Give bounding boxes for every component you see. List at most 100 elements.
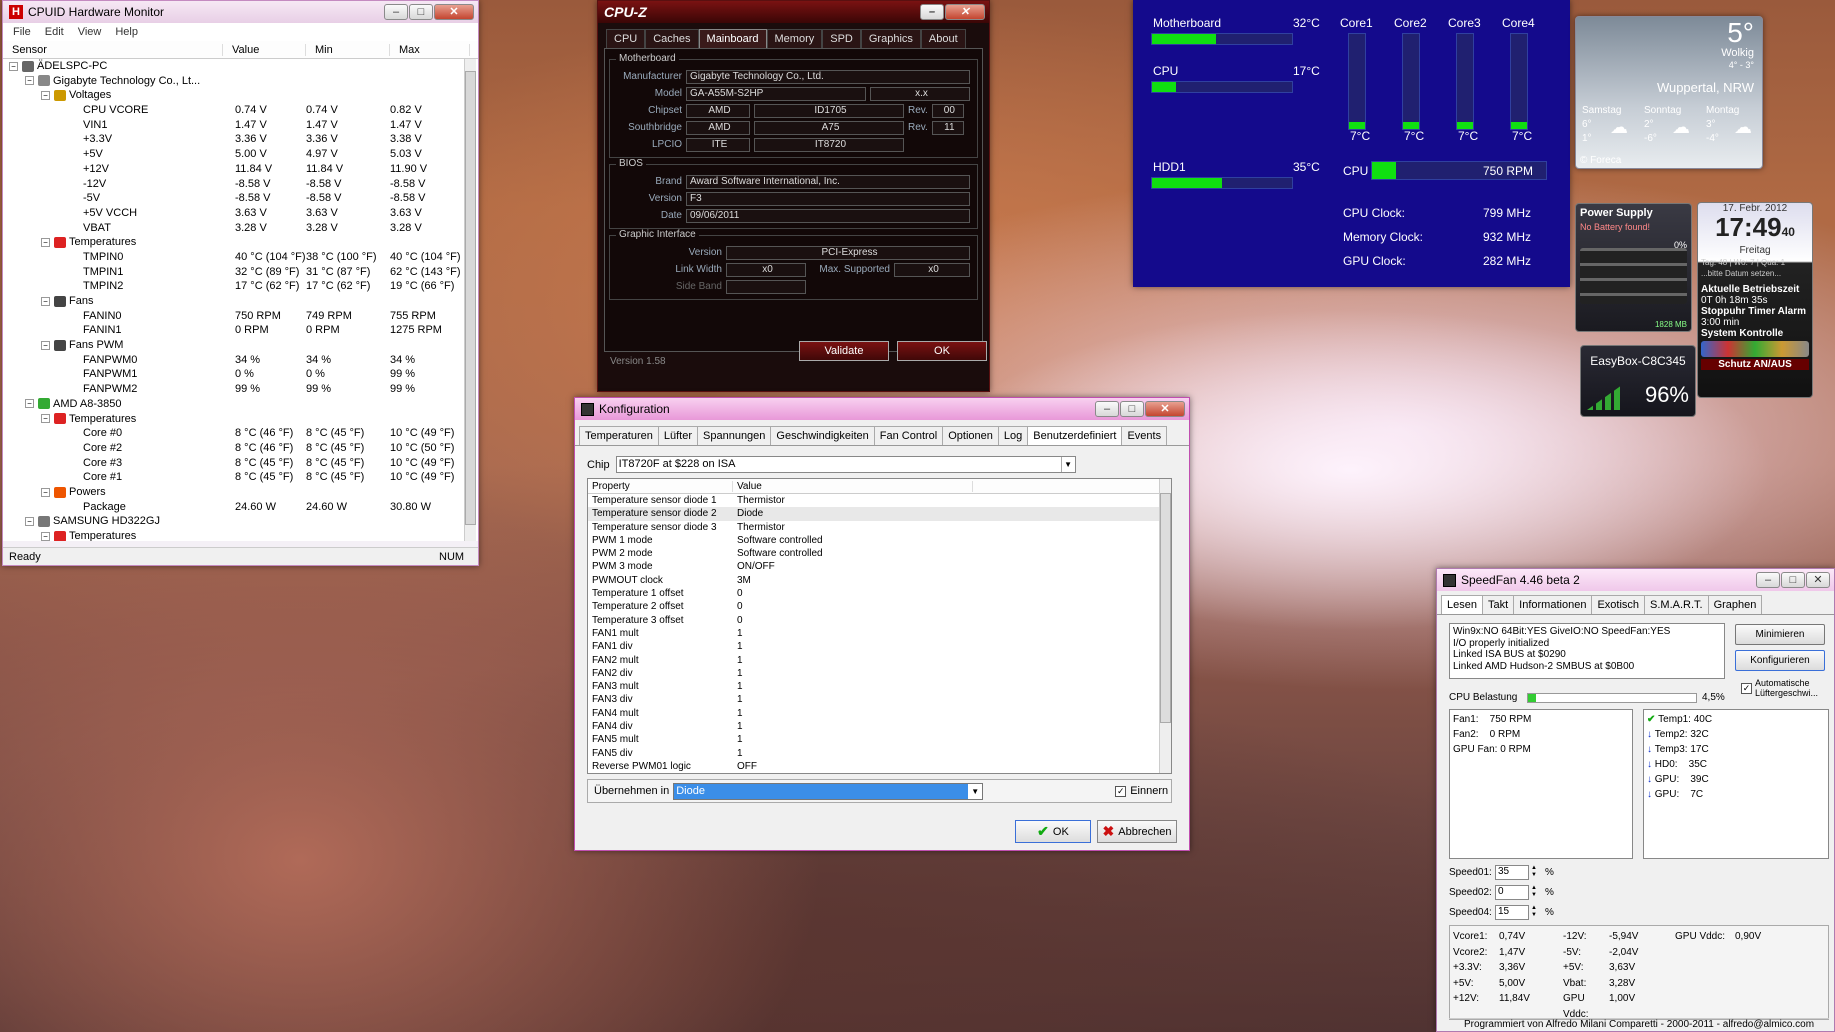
sensor-row[interactable]: TMPIN2 17 °C (62 °F) 17 °C (62 °F) 19 °C (6… [3,279,478,294]
close-button[interactable]: ✕ [1806,572,1830,588]
property-row[interactable]: Temperature sensor diode 2 Diode [588,507,1171,521]
tree-node[interactable]: − SAMSUNG HD322GJ [3,514,478,529]
ok-button[interactable]: ✔ OK [1015,820,1091,843]
speed-input[interactable]: 15 [1495,905,1529,920]
spinner-icon[interactable]: ▲▼ [1531,865,1541,879]
property-row[interactable]: FAN3 mult 1 [588,680,1171,693]
collapse-toggle[interactable]: − [41,296,50,306]
menu-item-view[interactable]: View [78,26,102,38]
sensor-row[interactable]: -5V -8.58 V -8.58 V -8.58 V [3,191,478,206]
property-table[interactable]: Property Value Temperature sensor diode … [587,478,1172,774]
hwmonitor-titlebar[interactable]: H CPUID Hardware Monitor – □ ✕ [3,1,478,23]
sensor-row[interactable]: FANIN0 750 RPM 749 RPM 755 RPM [3,309,478,324]
maximize-button[interactable]: □ [409,4,433,20]
collapse-toggle[interactable]: − [9,61,18,71]
protection-toggle[interactable]: Schutz AN/AUS [1701,359,1809,370]
property-row[interactable]: Temperature sensor diode 3 Thermistor [588,521,1171,534]
sensor-tree[interactable]: − ÄDELSPC-PC − Gigabyte Technology Co., Lt.… [3,59,478,541]
spinner-icon[interactable]: ▲▼ [1531,905,1541,919]
close-button[interactable]: ✕ [945,4,985,20]
menu-item-help[interactable]: Help [115,26,138,38]
tree-node[interactable]: − ÄDELSPC-PC [3,59,478,74]
speedfan-titlebar[interactable]: SpeedFan 4.46 beta 2 – □ ✕ [1437,569,1834,591]
property-row[interactable]: Temperature 1 offset 0 [588,587,1171,600]
sensor-row[interactable]: Core #1 8 °C (45 °F) 8 °C (45 °F) 10 °C (49… [3,470,478,485]
tab-exotisch[interactable]: Exotisch [1591,595,1646,614]
property-row[interactable]: Temperature sensor diode 1 Thermistor [588,494,1171,507]
col-max[interactable]: Max [390,43,470,56]
tree-node[interactable]: − Temperatures [3,529,478,541]
tree-node[interactable]: − Temperatures [3,235,478,250]
collapse-toggle[interactable]: − [25,399,34,409]
spinner-icon[interactable]: ▲▼ [1531,885,1541,899]
sensor-row[interactable]: FANPWM2 99 % 99 % 99 % [3,382,478,397]
configure-button[interactable]: Konfigurieren [1735,650,1825,671]
tab-graphen[interactable]: Graphen [1707,595,1763,614]
tab-log[interactable]: Log [997,426,1029,445]
collapse-toggle[interactable]: − [41,487,50,497]
timer-label[interactable]: Stoppuhr Timer Alarm [1698,306,1812,317]
property-row[interactable]: PWM 1 mode Software controlled [588,534,1171,547]
tab-takt[interactable]: Takt [1481,595,1515,614]
tab-lesen[interactable]: Lesen [1441,595,1483,614]
sensor-row[interactable]: +5V VCCH 3.63 V 3.63 V 3.63 V [3,206,478,221]
tab-lfter[interactable]: Lüfter [657,426,699,445]
menu-item-edit[interactable]: Edit [45,26,64,38]
tab-smart[interactable]: S.M.A.R.T. [1644,595,1709,614]
tab-events[interactable]: Events [1121,426,1168,445]
collapse-toggle[interactable]: − [25,76,34,86]
auto-fan-checkbox[interactable]: ✓ [1741,683,1752,694]
col-value[interactable]: Value [733,480,973,492]
close-button[interactable]: ✕ [434,4,474,20]
tree-node[interactable]: − AMD A8-3850 [3,397,478,412]
cpuz-titlebar[interactable]: CPU-Z – ✕ [598,1,989,23]
collapse-toggle[interactable]: − [41,340,50,350]
minimize-button[interactable]: – [1095,401,1119,417]
tree-node[interactable]: − Temperatures [3,412,478,427]
tab-cpu[interactable]: CPU [606,29,646,48]
log-box[interactable]: Win9x:NO 64Bit:YES GiveIO:NO SpeedFan:YE… [1449,623,1725,679]
tab-caches[interactable]: Caches [645,29,699,48]
property-row[interactable]: FAN4 mult 1 [588,707,1171,720]
collapse-toggle[interactable]: − [41,531,50,541]
tab-fancontrol[interactable]: Fan Control [873,426,944,445]
konf-titlebar[interactable]: Konfiguration – □ ✕ [575,398,1189,420]
tree-scrollbar[interactable] [464,59,476,541]
tab-informationen[interactable]: Informationen [1513,595,1593,614]
cancel-button[interactable]: ✖ Abbrechen [1097,820,1177,843]
ok-button[interactable]: OK [897,341,987,361]
speed-input[interactable]: 35 [1495,865,1529,880]
sensor-row[interactable]: +3.3V 3.36 V 3.36 V 3.38 V [3,132,478,147]
sensor-row[interactable]: TMPIN1 32 °C (89 °F) 31 °C (87 °F) 62 °C (1… [3,265,478,280]
tree-node[interactable]: − Gigabyte Technology Co., Lt... [3,74,478,89]
property-row[interactable]: PWMOUT clock 3M [588,574,1171,587]
tab-memory[interactable]: Memory [766,29,823,48]
property-row[interactable]: FAN5 mult 1 [588,733,1171,746]
tab-optionen[interactable]: Optionen [942,426,999,445]
tree-node[interactable]: − Voltages [3,88,478,103]
sensor-row[interactable]: VIN1 1.47 V 1.47 V 1.47 V [3,118,478,133]
property-row[interactable]: FAN1 mult 1 [588,627,1171,640]
power-supply-gadget[interactable]: Power Supply No Battery found! 0% 1828 M… [1575,203,1692,332]
collapse-toggle[interactable]: − [41,237,50,247]
tab-graphics[interactable]: Graphics [860,29,921,48]
maximize-button[interactable]: □ [1120,401,1144,417]
property-row[interactable]: FAN1 div 1 [588,640,1171,653]
collapse-toggle[interactable]: − [41,414,50,424]
property-row[interactable]: Temperature 2 offset 0 [588,600,1171,613]
speed-input[interactable]: 0 [1495,885,1529,900]
collapse-toggle[interactable]: − [41,90,50,100]
sensor-row[interactable]: +12V 11.84 V 11.84 V 11.90 V [3,162,478,177]
validate-button[interactable]: Validate [799,341,889,361]
sensor-row[interactable]: CPU VCORE 0.74 V 0.74 V 0.82 V [3,103,478,118]
close-button[interactable]: ✕ [1145,401,1185,417]
tab-spd[interactable]: SPD [822,29,861,48]
sensor-row[interactable]: Package 24.60 W 24.60 W 30.80 W [3,500,478,515]
sensor-row[interactable]: +5V 5.00 V 4.97 V 5.03 V [3,147,478,162]
clock-gadget[interactable]: 17. Febr. 2012 17:4940 Freitag Tag: 48 |… [1697,202,1813,398]
tree-node[interactable]: − Fans [3,294,478,309]
sensor-row[interactable]: FANPWM0 34 % 34 % 34 % [3,353,478,368]
wifi-gadget[interactable]: EasyBox-C8C345 96% [1580,345,1696,417]
col-min[interactable]: Min [306,43,390,56]
property-row[interactable]: Reverse PWM01 logic OFF [588,760,1171,773]
